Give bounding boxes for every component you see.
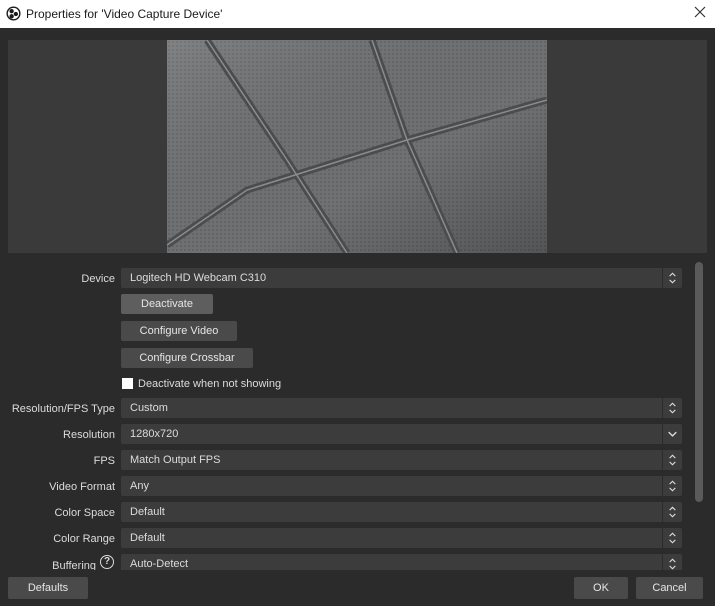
deactivate-when-not-showing-label: Deactivate when not showing bbox=[138, 378, 282, 390]
color-space-value: Default bbox=[130, 506, 165, 518]
camera-preview-image bbox=[167, 40, 547, 253]
device-label: Device bbox=[81, 273, 115, 285]
color-range-select[interactable]: Default bbox=[121, 528, 682, 548]
obs-icon bbox=[6, 6, 21, 21]
updown-arrow-icon bbox=[662, 476, 676, 496]
color-range-value: Default bbox=[130, 532, 165, 544]
deactivate-when-not-showing-checkbox[interactable] bbox=[122, 378, 133, 389]
buffering-select[interactable]: Auto-Detect bbox=[121, 554, 682, 570]
close-icon[interactable] bbox=[693, 5, 707, 19]
buffering-label: Buffering bbox=[52, 560, 96, 570]
video-format-label: Video Format bbox=[49, 481, 115, 493]
updown-arrow-icon bbox=[662, 450, 676, 470]
video-format-value: Any bbox=[130, 480, 149, 492]
fps-label: FPS bbox=[93, 455, 115, 467]
color-space-select[interactable]: Default bbox=[121, 502, 682, 522]
updown-arrow-icon bbox=[662, 554, 676, 570]
properties-form: Device Logitech HD Webcam C310 Deactivat… bbox=[0, 262, 715, 570]
deactivate-button[interactable]: Deactivate bbox=[121, 294, 213, 314]
defaults-button[interactable]: Defaults bbox=[8, 577, 88, 599]
color-range-label: Color Range bbox=[53, 533, 115, 545]
updown-arrow-icon bbox=[662, 528, 676, 548]
resolution-fps-type-value: Custom bbox=[130, 402, 168, 414]
configure-video-button[interactable]: Configure Video bbox=[121, 321, 237, 341]
video-preview bbox=[8, 40, 707, 253]
updown-arrow-icon bbox=[662, 398, 676, 418]
resolution-label: Resolution bbox=[63, 429, 115, 441]
cancel-button[interactable]: Cancel bbox=[636, 577, 703, 599]
color-space-label: Color Space bbox=[54, 507, 115, 519]
fps-select[interactable]: Match Output FPS bbox=[121, 450, 682, 470]
buffering-value: Auto-Detect bbox=[130, 558, 189, 570]
configure-crossbar-button[interactable]: Configure Crossbar bbox=[121, 348, 253, 368]
device-value: Logitech HD Webcam C310 bbox=[130, 272, 267, 284]
device-select[interactable]: Logitech HD Webcam C310 bbox=[121, 268, 682, 288]
title-bar: Properties for 'Video Capture Device' bbox=[0, 0, 715, 28]
fps-value: Match Output FPS bbox=[130, 454, 221, 466]
resolution-value: 1280x720 bbox=[130, 428, 179, 440]
resolution-fps-type-label: Resolution/FPS Type bbox=[11, 403, 115, 415]
updown-arrow-icon bbox=[662, 268, 676, 288]
updown-arrow-icon bbox=[662, 502, 676, 522]
resolution-select[interactable]: 1280x720 bbox=[121, 424, 682, 444]
chevron-down-icon bbox=[662, 424, 677, 444]
ok-button[interactable]: OK bbox=[574, 577, 628, 599]
window-title: Properties for 'Video Capture Device' bbox=[26, 7, 223, 21]
resolution-fps-type-select[interactable]: Custom bbox=[121, 398, 682, 418]
help-icon[interactable]: ? bbox=[100, 555, 114, 569]
video-format-select[interactable]: Any bbox=[121, 476, 682, 496]
